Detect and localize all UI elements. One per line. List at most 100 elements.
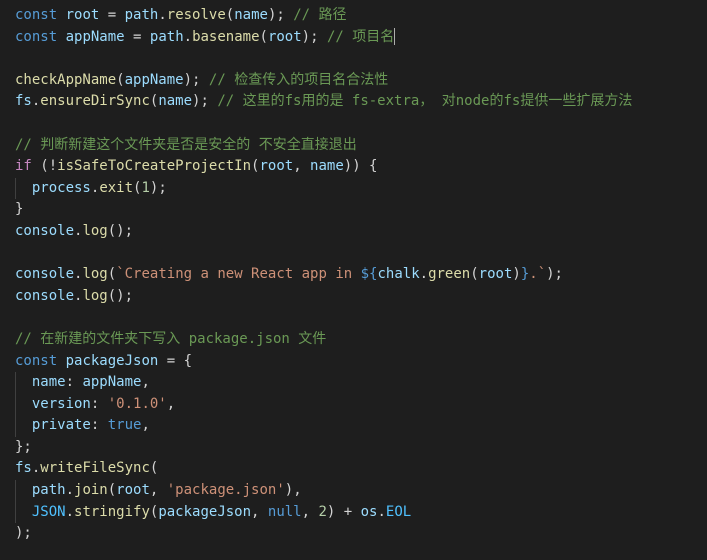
- indent-guide: [15, 480, 16, 524]
- code-comment: // 在新建的文件夹下写入 package.json 文件: [15, 330, 327, 347]
- code-token: ,: [166, 395, 176, 412]
- code-token: =: [99, 7, 125, 23]
- code-token: );: [301, 28, 327, 45]
- code-line[interactable]: private: true,: [15, 415, 707, 437]
- code-line[interactable]: process.exit(1);: [15, 178, 707, 200]
- code-token: path: [124, 7, 159, 23]
- code-token: ,: [251, 503, 268, 520]
- code-token: root: [267, 28, 302, 45]
- code-token: (: [259, 28, 268, 45]
- code-comment: // 这里的fs用的是 fs-extra， 对node的fs提供一些扩展方法: [217, 93, 633, 110]
- code-line[interactable]: console.log();: [15, 286, 707, 308]
- code-token: version: [31, 395, 91, 412]
- code-token: root: [65, 7, 100, 23]
- code-line[interactable]: const packageJson = {: [15, 351, 707, 373]
- code-token: EOL: [385, 503, 412, 520]
- code-token: ,: [293, 158, 311, 175]
- code-line[interactable]: }: [15, 199, 707, 221]
- code-line[interactable]: if (!isSafeToCreateProjectIn(root, name)…: [15, 156, 707, 178]
- code-line[interactable]: fs.writeFileSync(: [15, 458, 707, 480]
- code-editor[interactable]: const root = path.resolve(name); // 路径 co…: [0, 0, 707, 560]
- code-token: name: [310, 158, 344, 175]
- code-token: );: [15, 525, 32, 542]
- code-token: const: [15, 28, 58, 45]
- code-token: name: [158, 93, 193, 110]
- code-token: ();: [107, 287, 134, 304]
- code-token: if: [15, 158, 32, 175]
- code-token: );: [183, 71, 209, 88]
- code-token: name: [31, 374, 66, 391]
- code-token: ): [512, 266, 521, 283]
- code-token: basename: [192, 28, 260, 45]
- code-token: `Creating a new React app in: [116, 266, 361, 283]
- code-token: path: [149, 28, 184, 45]
- indent-guide: [15, 177, 16, 200]
- code-line[interactable]: version: '0.1.0',: [15, 394, 707, 416]
- code-token: (: [107, 482, 117, 499]
- code-token: .: [65, 482, 75, 499]
- code-line[interactable]: [15, 48, 707, 70]
- code-line[interactable]: JSON.stringify(packageJson, null, 2) + o…: [15, 502, 707, 524]
- code-token: }: [520, 266, 530, 283]
- code-token: ,: [141, 374, 150, 391]
- code-comment: // 路径: [293, 7, 347, 23]
- code-token: const: [15, 352, 58, 369]
- code-token: os: [360, 503, 378, 520]
- code-token: root: [259, 158, 294, 175]
- code-token: (: [225, 7, 235, 23]
- code-token: fs: [15, 460, 32, 477]
- code-token: ();: [107, 222, 134, 239]
- code-line[interactable]: checkAppName(appName); // 检查传入的项目名合法性: [15, 70, 707, 92]
- code-token: const: [15, 7, 58, 23]
- code-token: resolve: [166, 7, 226, 23]
- code-token: '0.1.0': [107, 395, 167, 412]
- code-token: root: [116, 482, 150, 499]
- code-line[interactable]: // 判断新建这个文件夹是否是安全的 不安全直接退出: [15, 135, 707, 157]
- code-token: );: [149, 179, 167, 196]
- code-token: console: [15, 222, 75, 239]
- code-token: =: [124, 28, 150, 45]
- code-token: .: [377, 503, 386, 520]
- code-token: name: [234, 7, 268, 23]
- text-cursor: [394, 28, 396, 46]
- code-token: null: [267, 503, 302, 520]
- code-token: ,: [149, 482, 167, 499]
- code-token: packageJson: [158, 503, 252, 520]
- code-line[interactable]: const appName = path.basename(root); // …: [15, 27, 707, 49]
- code-line[interactable]: };: [15, 437, 707, 459]
- code-token: log: [82, 266, 108, 283]
- code-token: 2: [318, 503, 327, 520]
- code-line[interactable]: const root = path.resolve(name); // 路径: [15, 5, 707, 27]
- code-token: .: [419, 266, 429, 283]
- code-token: (: [116, 71, 125, 88]
- code-line[interactable]: name: appName,: [15, 372, 707, 394]
- code-token: private: [31, 417, 91, 434]
- code-token: (!: [31, 158, 58, 175]
- code-token: ,: [301, 503, 319, 520]
- code-token: 1: [141, 179, 150, 196]
- code-line[interactable]: console.log(`Creating a new React app in…: [15, 264, 707, 286]
- code-token: process: [31, 179, 91, 196]
- code-token: };: [15, 438, 32, 455]
- code-token: ${: [360, 266, 378, 283]
- code-line[interactable]: [15, 307, 707, 329]
- code-line[interactable]: console.log();: [15, 221, 707, 243]
- code-token: ensureDirSync: [40, 93, 150, 110]
- code-token: exit: [99, 179, 134, 196]
- code-line[interactable]: [15, 113, 707, 135]
- code-line[interactable]: path.join(root, 'package.json'),: [15, 480, 707, 502]
- code-token: JSON: [31, 503, 66, 520]
- code-line[interactable]: [15, 243, 707, 265]
- code-line[interactable]: fs.ensureDirSync(name); // 这里的fs用的是 fs-e…: [15, 91, 707, 113]
- code-token: :: [90, 417, 108, 434]
- code-line[interactable]: // 在新建的文件夹下写入 package.json 文件: [15, 329, 707, 351]
- code-line[interactable]: );: [15, 523, 707, 545]
